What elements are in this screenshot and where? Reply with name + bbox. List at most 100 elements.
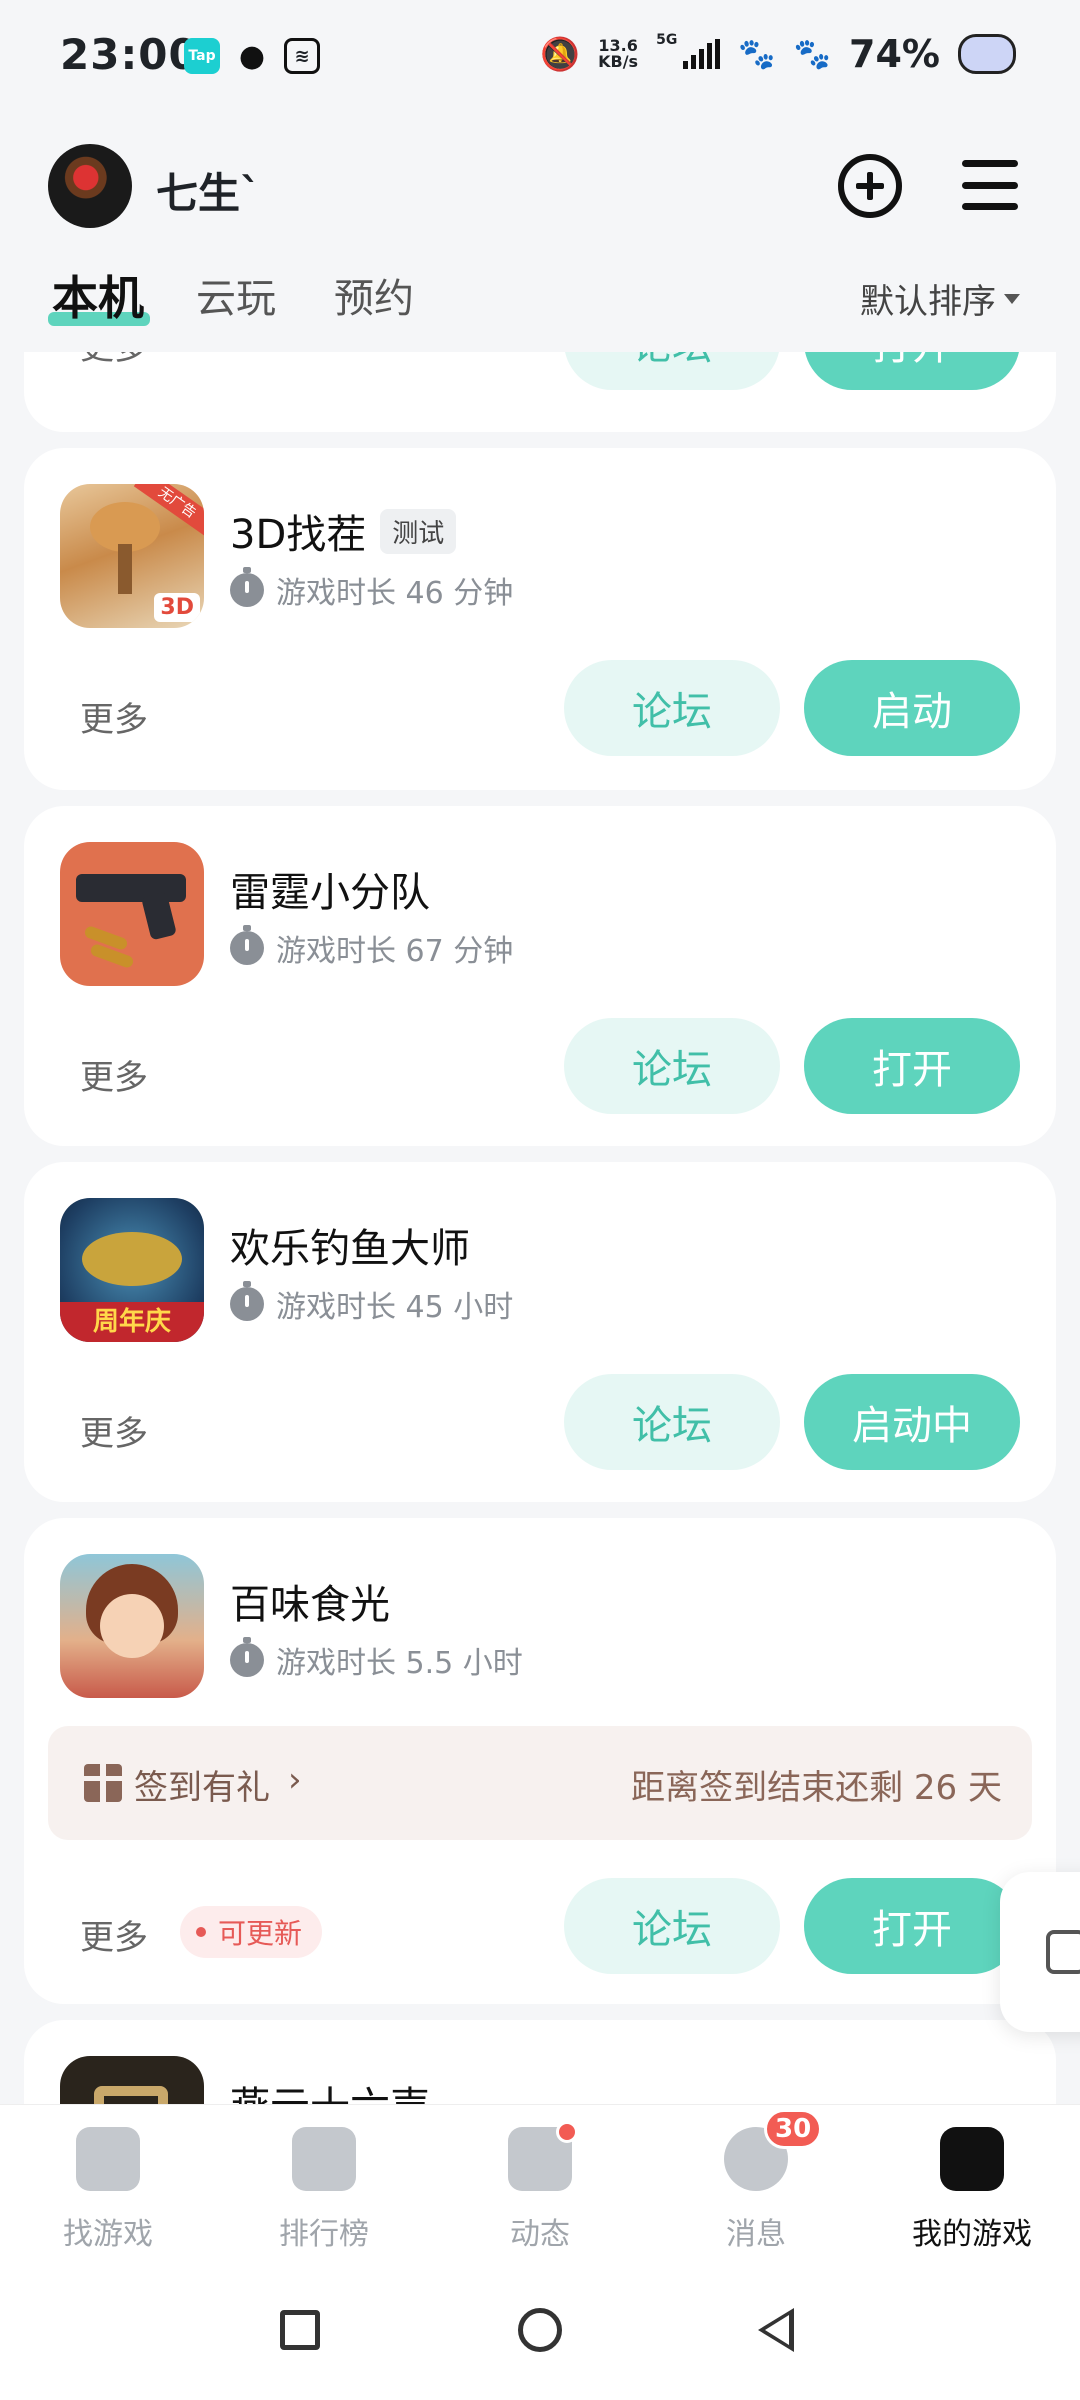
game-card[interactable]: 无广告 3D 3D找茬 测试 游戏时长 46 分钟 更多 论坛 启动 <box>24 448 1056 790</box>
nav-label: 找游戏 <box>63 2217 153 2252</box>
home-icon[interactable] <box>518 2308 562 2352</box>
more-link[interactable]: 更多 <box>80 692 148 741</box>
game-name: 3D找茬 <box>230 512 367 558</box>
tab-reservation[interactable]: 预约 <box>334 266 414 324</box>
playtime: 游戏时长 5.5 小时 <box>230 1637 523 1682</box>
playtime-text: 游戏时长 5.5 小时 <box>276 1646 523 1681</box>
game-title[interactable]: 雷霆小分队 <box>230 860 430 918</box>
face-shape <box>100 1594 164 1658</box>
update-label: 可更新 <box>218 1917 303 1950</box>
game-card: 更多 论坛 打开 <box>24 352 1056 432</box>
leaderboard-icon <box>292 2127 356 2191</box>
open-button[interactable]: 打开 <box>804 1878 1020 1974</box>
game-icon-3d-spot[interactable]: 无广告 3D <box>60 484 204 628</box>
tree-trunk <box>118 544 132 594</box>
game-list[interactable]: 更多 论坛 打开 无广告 3D 3D找茬 测试 游戏时长 46 分钟 更多 论坛… <box>0 352 1080 2104</box>
taptap-icon: Tap <box>184 38 220 74</box>
nav-feed[interactable]: 动态 <box>450 2121 630 2253</box>
game-name: 燕云十六声 <box>230 2074 430 2104</box>
game-card[interactable]: 周年庆 欢乐钓鱼大师 游戏时长 45 小时 更多 论坛 启动中 <box>24 1162 1056 1502</box>
find-game-icon <box>76 2127 140 2191</box>
tab-label: 云玩 <box>196 276 276 322</box>
game-tabs: 本机 云玩 预约 默认排序 <box>0 262 1080 332</box>
launch-button[interactable]: 启动 <box>804 660 1020 756</box>
open-button[interactable]: 打开 <box>804 352 1020 390</box>
hamburger-menu-icon[interactable] <box>962 160 1018 210</box>
back-icon[interactable] <box>758 2308 794 2352</box>
nav-leaderboard[interactable]: 排行榜 <box>234 2127 414 2253</box>
recents-icon[interactable] <box>280 2310 320 2350</box>
stopwatch-icon <box>230 567 264 607</box>
sort-label: 默认排序 <box>860 282 996 322</box>
more-link[interactable]: 更多 <box>80 1910 148 1959</box>
game-name: 欢乐钓鱼大师 <box>230 1226 470 1272</box>
forum-button[interactable]: 论坛 <box>564 660 780 756</box>
test-tag: 测试 <box>380 508 457 554</box>
game-card[interactable]: 百味食光 游戏时长 5.5 小时 签到有礼 › 距离签到结束还剩 26 天 更多… <box>24 1518 1056 2004</box>
game-icon-yanyun[interactable] <box>60 2056 204 2104</box>
signin-remaining: 距离签到结束还剩 26 天 <box>631 1768 1002 1808</box>
more-link[interactable]: 更多 <box>80 352 148 369</box>
nav-find-game[interactable]: 找游戏 <box>18 2127 198 2253</box>
playtime: 游戏时长 46 分钟 <box>230 567 514 612</box>
speed-unit: KB/s <box>598 52 639 71</box>
game-name: 雷霆小分队 <box>230 870 430 916</box>
playtime-text: 游戏时长 46 分钟 <box>276 576 514 611</box>
forum-button[interactable]: 论坛 <box>564 1374 780 1470</box>
status-right-icons: 🔕 13.6 KB/s 5G 🐾 🐾 74% <box>540 32 1016 76</box>
nav-my-games[interactable]: 我的游戏 <box>882 2127 1062 2253</box>
avatar[interactable] <box>48 144 132 228</box>
status-left-icons: Tap ● ≋ <box>184 38 320 74</box>
game-icon-baiwei-shiguang[interactable] <box>60 1554 204 1698</box>
chevron-right-icon: › <box>288 1760 302 1800</box>
username[interactable]: 七生` <box>156 160 261 221</box>
game-card[interactable]: 燕云十六声 <box>24 2020 1056 2104</box>
more-link[interactable]: 更多 <box>80 1406 148 1455</box>
profile-header: 七生` <box>0 130 1080 250</box>
paw-icon: 🐾 <box>738 36 776 72</box>
calligraphy-shape <box>94 2086 168 2104</box>
game-title[interactable]: 欢乐钓鱼大师 <box>230 1216 470 1274</box>
nav-messages[interactable]: 30 消息 <box>666 2109 846 2253</box>
download-icon <box>1046 1930 1080 1974</box>
game-title[interactable]: 燕云十六声 <box>230 2074 430 2104</box>
update-available-badge[interactable]: 可更新 <box>180 1906 323 1958</box>
forum-button[interactable]: 论坛 <box>564 352 780 390</box>
qq-icon: ● <box>238 38 266 74</box>
forum-button[interactable]: 论坛 <box>564 1018 780 1114</box>
tab-local[interactable]: 本机 <box>52 262 144 328</box>
game-title[interactable]: 百味食光 <box>230 1572 390 1630</box>
game-icon-fishing-master[interactable]: 周年庆 <box>60 1198 204 1342</box>
playtime: 游戏时长 67 分钟 <box>230 925 513 970</box>
forum-button[interactable]: 论坛 <box>564 1878 780 1974</box>
battery-percent: 74% <box>849 32 940 76</box>
more-link[interactable]: 更多 <box>80 1050 148 1099</box>
app-root: 23:00 Tap ● ≋ 🔕 13.6 KB/s 5G 🐾 🐾 74% 七生` <box>0 0 1080 2400</box>
signin-banner[interactable]: 签到有礼 › 距离签到结束还剩 26 天 <box>48 1726 1032 1840</box>
pistol-shape <box>76 874 186 902</box>
playtime-text: 游戏时长 45 小时 <box>276 1290 514 1325</box>
nav-label: 动态 <box>510 2217 570 2252</box>
game-title[interactable]: 3D找茬 测试 <box>230 502 457 560</box>
tab-cloud-play[interactable]: 云玩 <box>196 266 276 324</box>
icon-anniversary-label: 周年庆 <box>60 1302 204 1342</box>
cat-battery-icon <box>958 34 1016 74</box>
stopwatch-icon <box>230 1637 264 1677</box>
mute-bell-icon: 🔕 <box>540 35 581 73</box>
feed-icon <box>508 2121 578 2191</box>
game-card[interactable]: 雷霆小分队 游戏时长 67 分钟 更多 论坛 打开 <box>24 806 1056 1146</box>
signal-icon <box>683 39 721 69</box>
playtime: 游戏时长 45 小时 <box>230 1281 514 1326</box>
message-icon: 30 <box>724 2109 823 2191</box>
signin-label: 签到有礼 <box>134 1768 270 1808</box>
network-speed: 13.6 KB/s <box>598 38 638 70</box>
plus-circle-icon[interactable] <box>838 154 902 218</box>
launching-button[interactable]: 启动中 <box>804 1374 1020 1470</box>
download-manager-float-button[interactable] <box>1000 1872 1080 2032</box>
stopwatch-icon <box>230 1281 264 1321</box>
sort-dropdown[interactable]: 默认排序 <box>860 274 1020 323</box>
game-name: 百味食光 <box>230 1582 390 1628</box>
game-icon-thunder-squad[interactable] <box>60 842 204 986</box>
open-button[interactable]: 打开 <box>804 1018 1020 1114</box>
stopwatch-icon <box>230 925 264 965</box>
